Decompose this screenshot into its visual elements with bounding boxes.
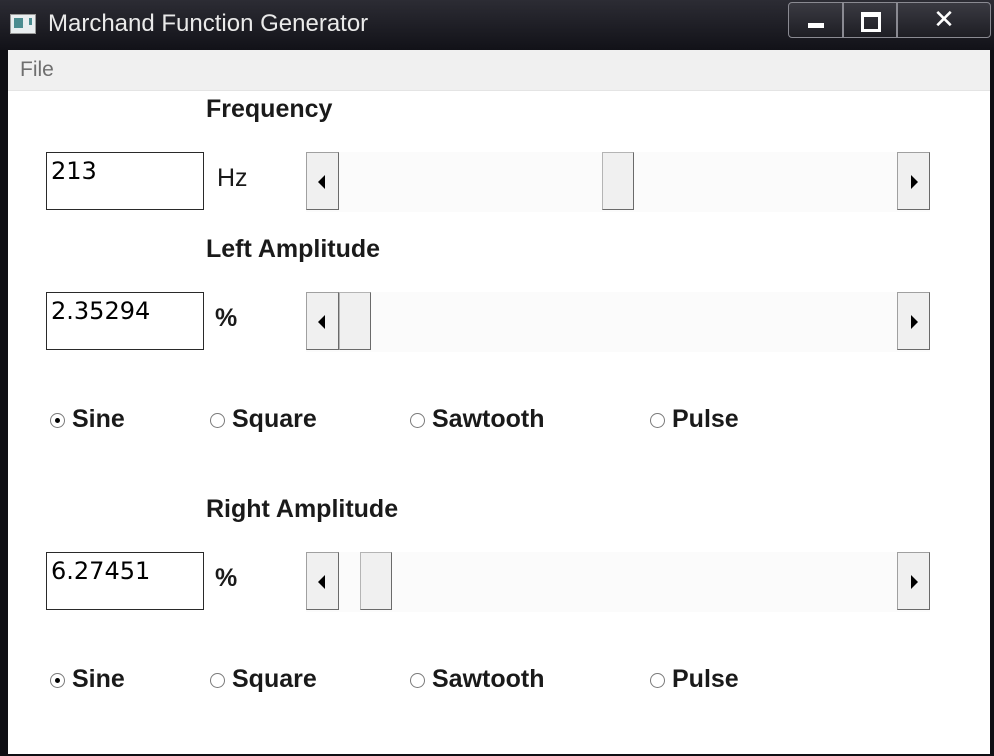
arrow-left-icon (318, 175, 325, 189)
radio-label: Pulse (672, 665, 739, 693)
frequency-slider-left-button[interactable] (306, 152, 339, 210)
right-amplitude-label: Right Amplitude (206, 495, 399, 523)
radio-circle[interactable] (210, 673, 225, 688)
arrow-right-icon (911, 575, 918, 589)
arrow-left-icon (318, 575, 325, 589)
arrow-right-icon (911, 315, 918, 329)
frequency-slider-thumb[interactable] (602, 152, 634, 210)
radio-label: Sine (72, 405, 125, 433)
radio-circle[interactable] (410, 673, 425, 688)
radio-label: Sawtooth (432, 405, 545, 433)
frequency-unit: Hz (217, 164, 248, 192)
client-area: File Frequency 213 Hz Left Amplitude 2.3… (8, 50, 990, 754)
app-window: Marchand Function Generator ✕ File Frequ… (0, 0, 994, 756)
frequency-slider[interactable] (306, 152, 930, 212)
right-amplitude-slider-thumb[interactable] (360, 552, 393, 610)
frequency-label: Frequency (206, 95, 333, 123)
window-title: Marchand Function Generator (48, 10, 369, 37)
right-amplitude-slider[interactable] (306, 552, 930, 612)
maximize-button[interactable] (843, 2, 897, 38)
arrow-right-icon (911, 175, 918, 189)
frequency-slider-right-button[interactable] (897, 152, 930, 210)
right-amplitude-slider-left-button[interactable] (306, 552, 339, 610)
radio-circle[interactable] (650, 673, 665, 688)
left-amplitude-slider-thumb[interactable] (339, 292, 371, 350)
radio-circle[interactable] (50, 673, 65, 688)
left-amplitude-slider-left-button[interactable] (306, 292, 339, 350)
radio-label: Square (232, 405, 317, 433)
left-amplitude-label: Left Amplitude (206, 235, 381, 263)
close-button[interactable]: ✕ (897, 2, 991, 38)
left-amplitude-slider[interactable] (306, 292, 930, 352)
right-amplitude-unit: % (215, 564, 238, 592)
minimize-button[interactable] (788, 2, 843, 38)
right-amplitude-field[interactable]: 6.27451 (46, 552, 204, 610)
maximize-icon (861, 12, 881, 32)
right-amplitude-slider-right-button[interactable] (897, 552, 930, 610)
left-amplitude-slider-right-button[interactable] (897, 292, 930, 350)
minimize-icon (808, 23, 824, 28)
app-icon[interactable] (10, 14, 36, 34)
radio-label: Pulse (672, 405, 739, 433)
left-amplitude-field[interactable]: 2.35294 (46, 292, 204, 350)
left-amplitude-unit: % (215, 304, 238, 332)
radio-circle[interactable] (210, 413, 225, 428)
radio-circle[interactable] (650, 413, 665, 428)
radio-circle[interactable] (50, 413, 65, 428)
title-bar[interactable]: Marchand Function Generator ✕ (0, 0, 994, 50)
menu-bar: File (8, 50, 990, 91)
arrow-left-icon (318, 315, 325, 329)
radio-label: Sawtooth (432, 665, 545, 693)
menu-item-file[interactable]: File (20, 58, 54, 82)
radio-label: Square (232, 665, 317, 693)
close-icon: ✕ (933, 5, 955, 35)
radio-label: Sine (72, 665, 125, 693)
frequency-field[interactable]: 213 (46, 152, 204, 210)
radio-circle[interactable] (410, 413, 425, 428)
